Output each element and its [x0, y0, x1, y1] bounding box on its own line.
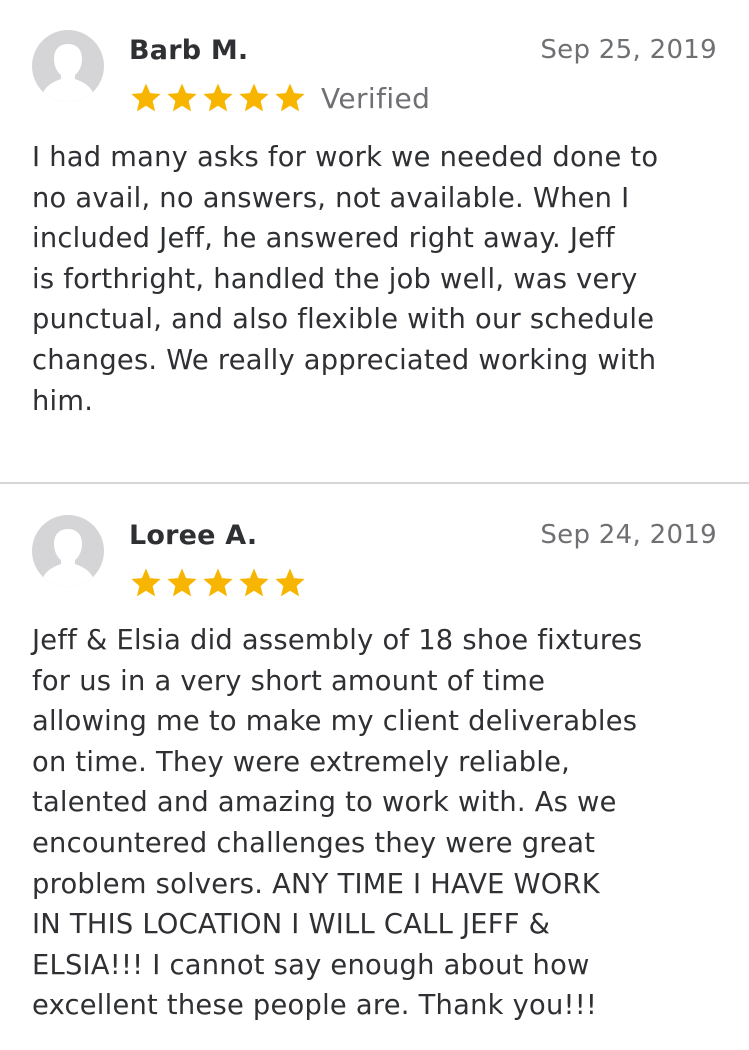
- review-date: Sep 25, 2019: [540, 35, 717, 65]
- star-icon: [129, 566, 163, 600]
- star-icon: [201, 81, 235, 115]
- review-text: I had many asks for work we needed done …: [32, 142, 659, 417]
- user-avatar-icon: [32, 30, 104, 102]
- star-icon: [273, 566, 307, 600]
- reviewer-name: Loree A.: [129, 520, 258, 551]
- star-icon: [201, 566, 235, 600]
- user-avatar-icon: [32, 515, 104, 587]
- star-icon: [165, 566, 199, 600]
- rating-row: Verified: [129, 80, 430, 116]
- star-icon: [129, 81, 163, 115]
- review-date: Sep 24, 2019: [540, 520, 717, 550]
- star-icon: [273, 81, 307, 115]
- star-icon: [237, 81, 271, 115]
- review-text: Jeff & Elsia did assembly of 18 shoe fix…: [32, 625, 643, 1022]
- star-icon: [237, 566, 271, 600]
- star-icon: [165, 81, 199, 115]
- review-card: Loree A. Sep 24, 2019 Jeff & Elsia did a…: [0, 485, 749, 1050]
- reviewer-name: Barb M.: [129, 35, 249, 66]
- review-card: Barb M. Sep 25, 2019 Verified I had many…: [0, 0, 749, 483]
- verified-label: Verified: [321, 81, 431, 115]
- star-rating: [129, 81, 307, 115]
- star-rating: [129, 566, 307, 600]
- rating-row: [129, 565, 307, 601]
- review-divider: [0, 482, 749, 484]
